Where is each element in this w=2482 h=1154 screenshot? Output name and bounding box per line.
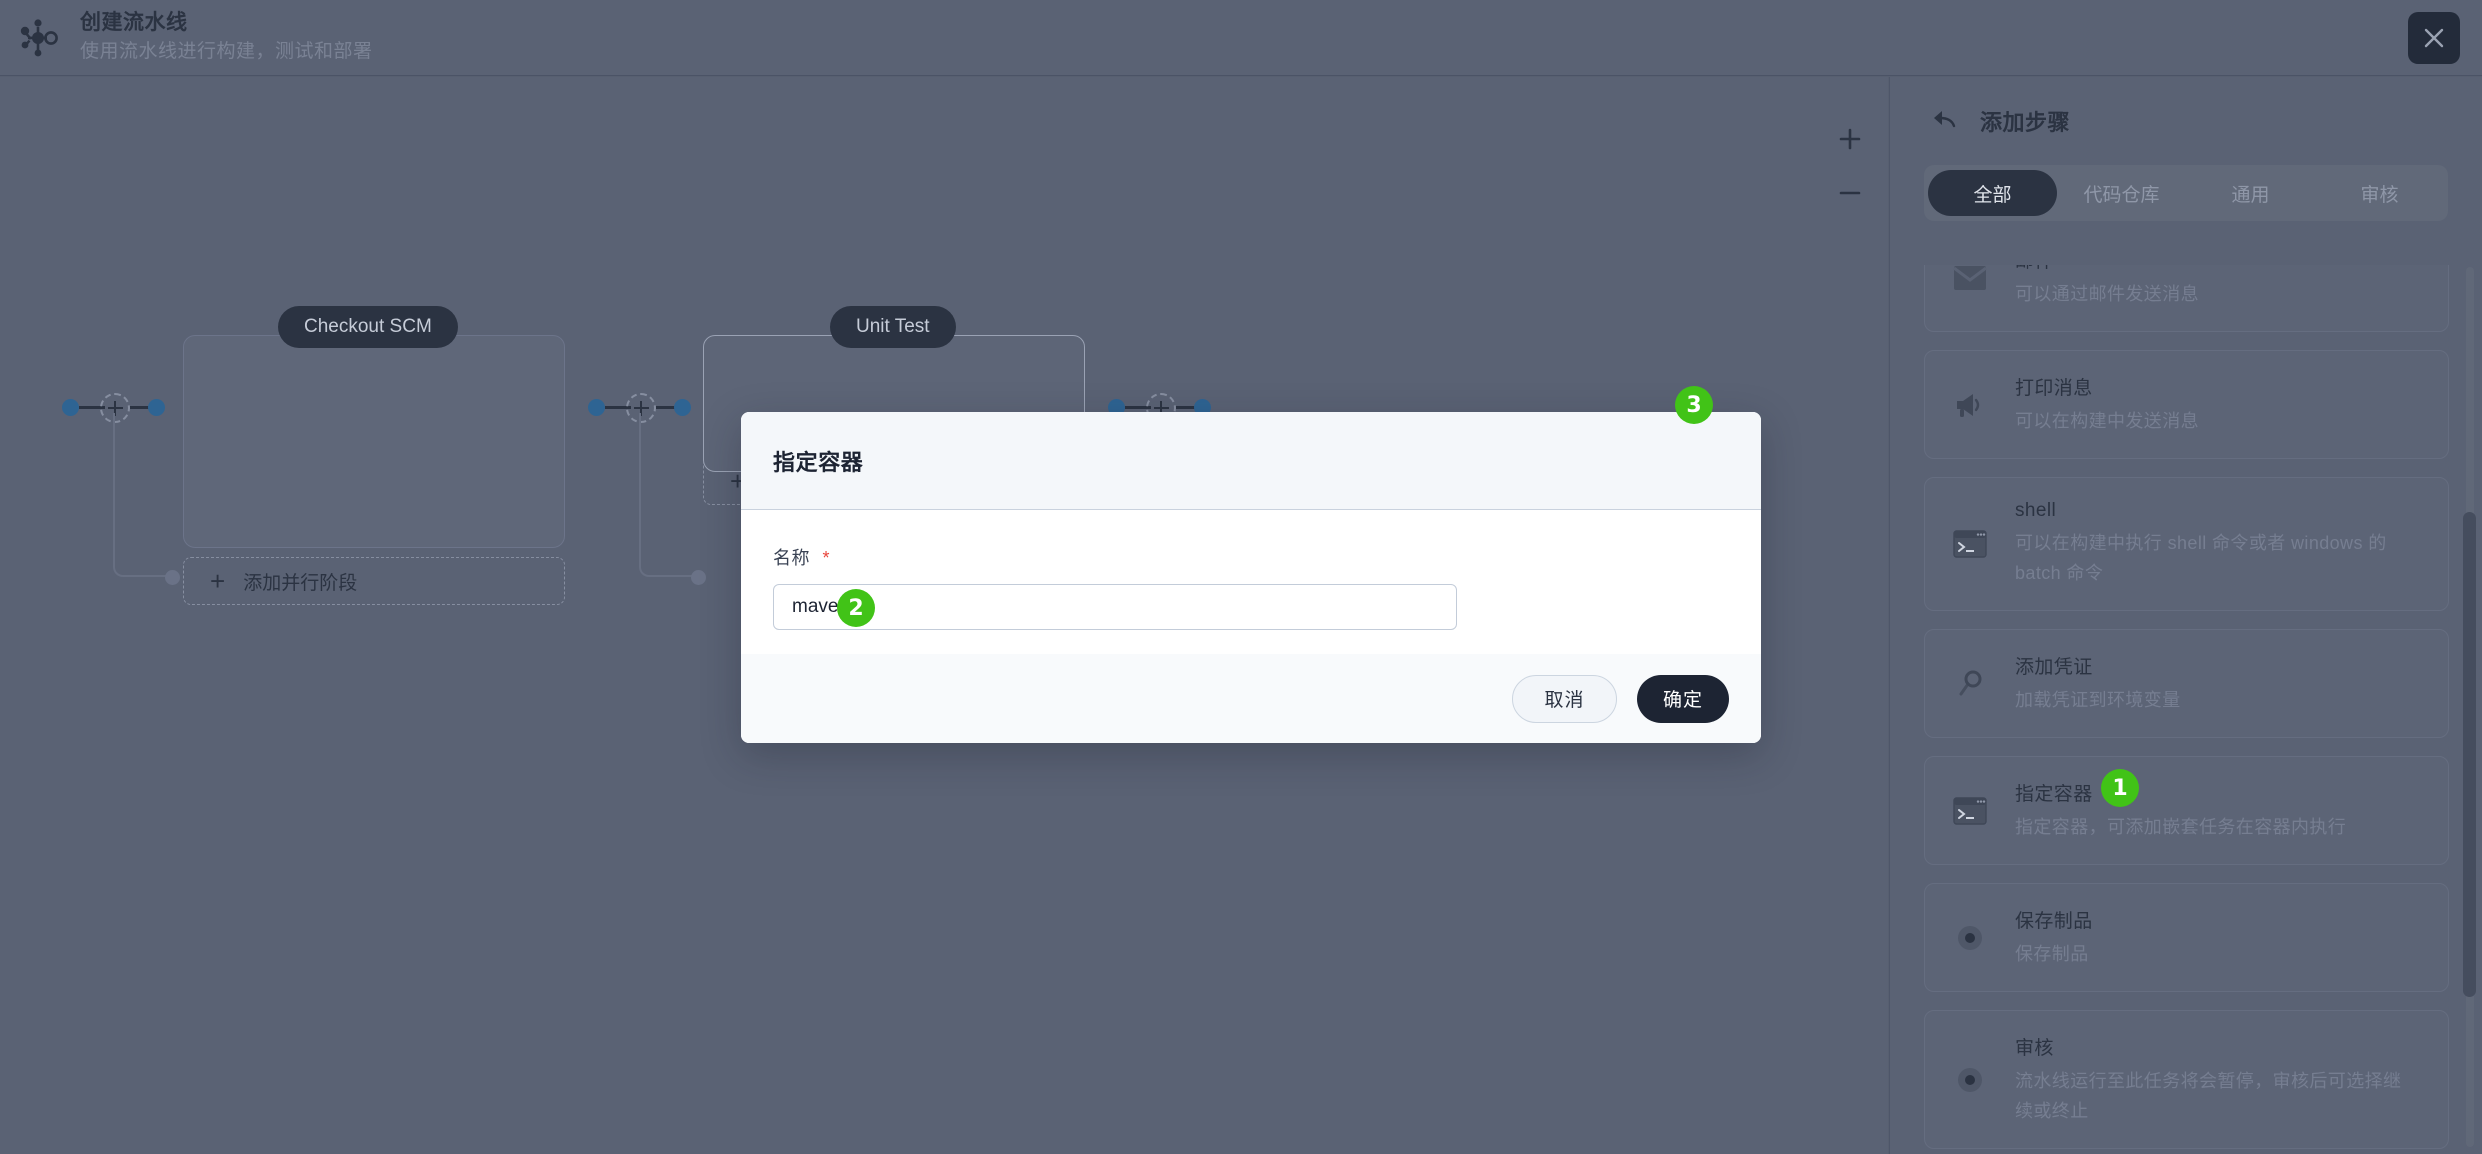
- step-name: shell: [2015, 500, 2057, 521]
- mail-icon: [1949, 265, 1991, 291]
- zoom-controls: [1820, 122, 1880, 210]
- step-name: 打印消息: [2015, 378, 2093, 399]
- pipeline-node-start[interactable]: [62, 399, 79, 416]
- zoom-out-button[interactable]: [1833, 176, 1867, 210]
- sidebar-item-mail[interactable]: 邮件 可以通过邮件发送消息: [1924, 265, 2449, 332]
- step-desc: 流水线运行至此任务将会暂停，审核后可选择继续或终止: [2015, 1071, 2402, 1121]
- step-desc: 加载凭证到环境变量: [2015, 690, 2181, 710]
- sidebar-item-specify-container[interactable]: 指定容器 指定容器，可添加嵌套任务在容器内执行 1: [1924, 756, 2449, 865]
- name-field-label: 名称: [773, 548, 810, 568]
- stage-card-checkout-scm[interactable]: [183, 335, 565, 548]
- branch-connector: [639, 413, 697, 577]
- confirm-button[interactable]: 确定: [1637, 674, 1729, 723]
- panel-header: 添加步骤: [1890, 77, 2482, 137]
- dialog-title: 指定容器: [773, 449, 864, 475]
- step-desc: 保存制品: [2015, 944, 2089, 964]
- step-desc: 可以在构建中发送消息: [2015, 411, 2199, 431]
- step-badge-1: 1: [2101, 769, 2139, 807]
- branch-connector: [113, 413, 171, 577]
- step-desc: 可以通过邮件发送消息: [2015, 284, 2199, 304]
- branch-endpoint: [691, 570, 706, 585]
- step-badge-3: 3: [1675, 386, 1713, 424]
- tab-all[interactable]: 全部: [1928, 170, 2057, 216]
- terminal-icon: [1949, 796, 1991, 825]
- app-root: 创建流水线 使用流水线进行构建，测试和部署 Checkout SCM + 添加并…: [0, 0, 2482, 1154]
- page-subtitle: 使用流水线进行构建，测试和部署: [80, 41, 373, 62]
- tab-general[interactable]: 通用: [2186, 170, 2315, 216]
- sidebar-scrollbar-thumb[interactable]: [2463, 512, 2476, 997]
- step-badge-2: 2: [837, 589, 875, 627]
- sidebar-item-shell[interactable]: shell 可以在构建中执行 shell 命令或者 windows 的 batc…: [1924, 477, 2449, 611]
- dialog-footer: 取消 确定 3: [741, 386, 1761, 743]
- pipeline-node[interactable]: [588, 399, 605, 416]
- pipeline-node-icon: [0, 0, 76, 76]
- dialog-body: 名称 * maven 2: [741, 510, 1761, 654]
- dialog-header: 指定容器: [741, 412, 1761, 510]
- sidebar-item-print-message[interactable]: 打印消息 可以在构建中发送消息: [1924, 350, 2449, 459]
- header-titles: 创建流水线 使用流水线进行构建，测试和部署: [80, 10, 373, 65]
- step-desc: 可以在构建中执行 shell 命令或者 windows 的 batch 命令: [2015, 533, 2387, 583]
- step-desc: 指定容器，可添加嵌套任务在容器内执行: [2015, 817, 2347, 837]
- specify-container-dialog: 指定容器 名称 * maven 2 取消 确定 3: [741, 386, 1761, 743]
- category-tabs: 全部 代码仓库 通用 审核: [1924, 165, 2448, 221]
- stage-label-checkout-scm[interactable]: Checkout SCM: [278, 306, 458, 348]
- add-parallel-stage-button-1[interactable]: + 添加并行阶段: [183, 557, 565, 605]
- step-name: 添加凭证: [2015, 657, 2093, 678]
- step-list[interactable]: 邮件 可以通过邮件发送消息 打印消息 可以在构建中发送消息: [1890, 265, 2482, 1154]
- sidebar-item-save-artifact[interactable]: 保存制品 保存制品: [1924, 883, 2449, 992]
- add-parallel-label: 添加并行阶段: [243, 572, 358, 594]
- step-name: 审核: [2015, 1038, 2054, 1059]
- terminal-icon: [1949, 530, 1991, 558]
- name-input[interactable]: maven 2: [773, 584, 1457, 630]
- circle-dot-icon: [1949, 1065, 1991, 1095]
- megaphone-icon: [1949, 390, 1991, 420]
- step-name: 指定容器: [2015, 784, 2093, 805]
- sidebar-item-add-credential[interactable]: 添加凭证 加载凭证到环境变量: [1924, 629, 2449, 738]
- required-indicator: *: [822, 548, 830, 568]
- circle-dot-icon: [1949, 923, 1991, 953]
- key-icon: [1949, 668, 1991, 700]
- step-name: 保存制品: [2015, 911, 2093, 932]
- tab-repository[interactable]: 代码仓库: [2057, 170, 2186, 216]
- close-icon[interactable]: [2408, 12, 2460, 64]
- cancel-button[interactable]: 取消: [1512, 674, 1617, 723]
- app-header: 创建流水线 使用流水线进行构建，测试和部署: [0, 0, 2482, 76]
- name-field-label-row: 名称 *: [773, 544, 1729, 570]
- panel-title: 添加步骤: [1980, 110, 2071, 135]
- plus-icon: +: [210, 566, 226, 596]
- step-name: 邮件: [2015, 265, 2199, 273]
- add-step-panel: 添加步骤 全部 代码仓库 通用 审核 邮件 可以通过邮件发送消息: [1889, 77, 2482, 1154]
- tab-audit[interactable]: 审核: [2315, 170, 2444, 216]
- branch-endpoint: [165, 570, 180, 585]
- back-arrow-icon[interactable]: [1932, 108, 1958, 135]
- stage-label-unit-test[interactable]: Unit Test: [830, 306, 956, 348]
- page-title: 创建流水线: [80, 11, 188, 34]
- sidebar-item-audit[interactable]: 审核 流水线运行至此任务将会暂停，审核后可选择继续或终止: [1924, 1010, 2449, 1149]
- zoom-in-button[interactable]: [1833, 122, 1867, 156]
